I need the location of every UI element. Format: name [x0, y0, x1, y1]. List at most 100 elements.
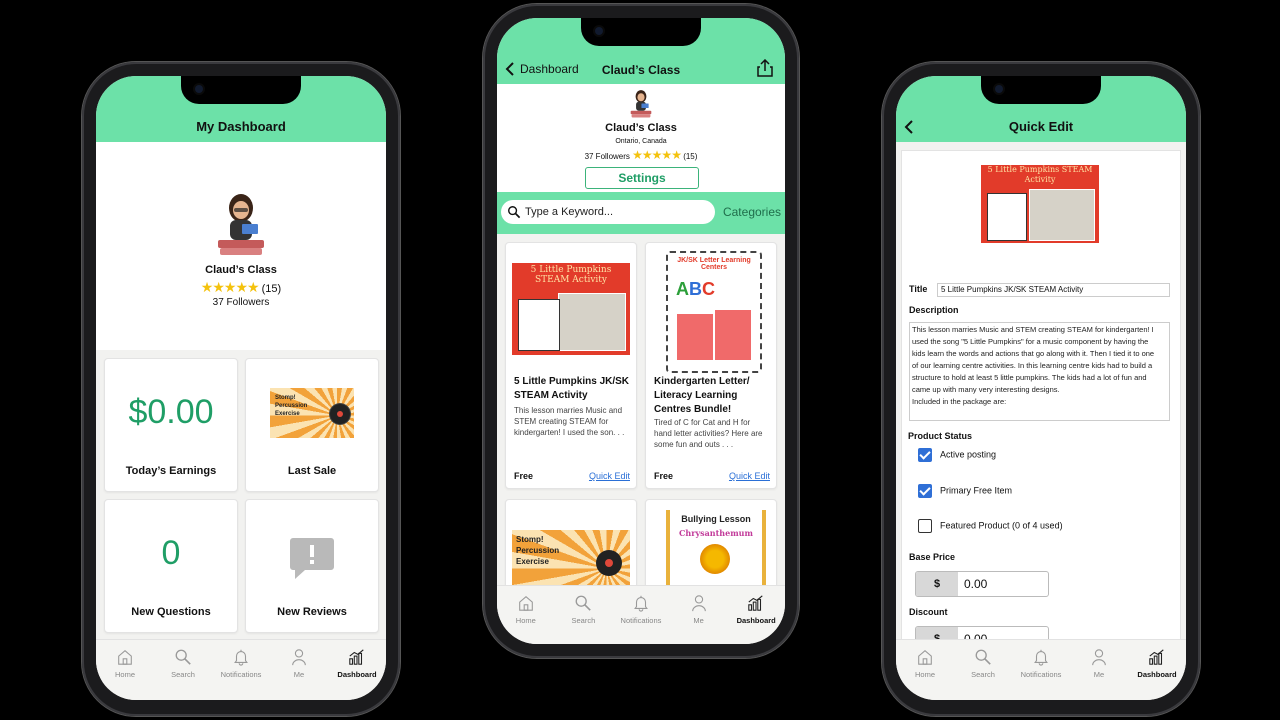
tile-new-reviews[interactable]: New Reviews: [245, 499, 379, 633]
tab-label: Notifications: [220, 670, 262, 679]
screen-dashboard: My Dashboard Claud’s Class ★★★★★ (15) 37…: [96, 76, 386, 700]
notch: [181, 76, 301, 104]
tab-bar: Home Search Notifications Me Dashboard: [896, 639, 1186, 700]
search-icon: [508, 206, 521, 219]
thumb-card-right: [714, 309, 752, 361]
avatar[interactable]: [628, 88, 654, 120]
tab-home[interactable]: Home: [497, 586, 555, 644]
share-button[interactable]: [757, 58, 773, 80]
tab-notifications[interactable]: Notifications: [212, 640, 270, 700]
product-card[interactable]: 5 Little Pumpkins STEAM Activity 5 Littl…: [505, 242, 637, 489]
checkbox-primary-free[interactable]: Primary Free Item: [918, 484, 1012, 498]
tab-bar: Home Search Notifications Me Dashboard: [96, 639, 386, 700]
tile-last-sale[interactable]: Stomp! Percussion Exercise Last Sale: [245, 358, 379, 492]
discount-label: Discount: [909, 607, 948, 617]
product-thumbnail: 5 Little Pumpkins STEAM Activity: [981, 165, 1099, 243]
checkbox-unchecked-icon: [918, 519, 932, 533]
phone-store: Dashboard Claud’s Class Claud’s Class On…: [483, 4, 799, 658]
search-input[interactable]: Type a Keyword...: [501, 200, 715, 224]
avatar[interactable]: [212, 192, 270, 258]
base-price-label: Base Price: [909, 552, 956, 562]
tab-notifications[interactable]: Notifications: [612, 586, 670, 644]
search-icon: [575, 595, 592, 611]
rating-row: 37 Followers ★★★★★ (15): [497, 148, 785, 162]
reviews-label: New Reviews: [277, 606, 347, 618]
tab-bar: Home Search Notifications Me Dashboard: [497, 585, 785, 644]
tab-me[interactable]: Me: [270, 640, 328, 700]
back-button[interactable]: [904, 120, 914, 137]
product-price: Free: [654, 471, 674, 481]
thumb-line: Percussion: [275, 403, 308, 409]
thumb-title: JK/SK Letter Learning Centers: [677, 257, 751, 271]
discount-field[interactable]: $ 0.00: [915, 626, 1049, 639]
tab-label: Dashboard: [736, 616, 776, 625]
tab-dashboard[interactable]: Dashboard: [1128, 640, 1186, 700]
tab-label: Search: [171, 670, 195, 679]
tab-home[interactable]: Home: [96, 640, 154, 700]
description-textarea[interactable]: This lesson marries Music and STEM creat…: [909, 322, 1170, 421]
store-profile: Claud’s Class Ontario, Canada 37 Followe…: [497, 84, 785, 192]
checkbox-active-posting[interactable]: Active posting: [918, 448, 996, 462]
last-sale-label: Last Sale: [287, 465, 337, 477]
store-location: Ontario, Canada: [615, 138, 667, 145]
tab-me[interactable]: Me: [670, 586, 728, 644]
questions-value: 0: [161, 534, 181, 572]
description-label: Description: [909, 305, 959, 315]
tab-search[interactable]: Search: [954, 640, 1012, 700]
tab-label: Notifications: [1020, 670, 1062, 679]
tab-label: Me: [1093, 670, 1105, 679]
record-icon: [330, 404, 350, 424]
thumb-line: Percussion: [516, 546, 560, 555]
search-placeholder: Type a Keyword...: [525, 206, 614, 218]
bar-chart-icon: [349, 649, 364, 665]
thumb-line: Stomp!: [275, 395, 296, 401]
followers-count: 37 Followers: [212, 297, 270, 308]
search-icon: [975, 649, 991, 665]
tile-earnings[interactable]: $0.00 Today’s Earnings: [104, 358, 238, 492]
bell-icon: [1034, 649, 1048, 666]
camera: [995, 85, 1003, 93]
questions-label: New Questions: [131, 606, 211, 618]
last-sale-thumbnail: Stomp! Percussion Exercise: [270, 388, 354, 438]
quick-edit-link[interactable]: Quick Edit: [589, 471, 630, 481]
base-price-field[interactable]: $ 0.00: [915, 571, 1049, 597]
screen-quick-edit: Quick Edit 5 Little Pumpkins STEAM Activ…: [896, 76, 1186, 700]
tab-me[interactable]: Me: [1070, 640, 1128, 700]
tab-home[interactable]: Home: [896, 640, 954, 700]
product-card[interactable]: JK/SK Letter Learning Centers ABC Kinder…: [645, 242, 777, 489]
person-icon: [292, 649, 306, 666]
tab-label: Me: [293, 670, 305, 679]
thumb-worksheet: [987, 193, 1027, 241]
record-icon: [596, 550, 622, 576]
earnings-label: Today’s Earnings: [125, 465, 217, 477]
tab-label: Home: [914, 670, 935, 679]
chevron-left-icon: [904, 120, 913, 134]
tab-dashboard[interactable]: Dashboard: [328, 640, 386, 700]
checkbox-label: Active posting: [940, 449, 997, 460]
tab-dashboard[interactable]: Dashboard: [727, 586, 785, 644]
bell-icon: [234, 649, 248, 666]
notch: [981, 76, 1101, 104]
categories-button[interactable]: Categories: [723, 205, 781, 219]
person-icon: [1092, 649, 1106, 666]
product-description: Tired of C for Cat and H for hand letter…: [654, 418, 763, 449]
title-input[interactable]: 5 Little Pumpkins JK/SK STEAM Activity: [937, 283, 1170, 297]
tab-notifications[interactable]: Notifications: [1012, 640, 1070, 700]
tab-search[interactable]: Search: [154, 640, 212, 700]
rating-row: ★★★★★ (15): [96, 279, 386, 296]
profile-section: Claud’s Class ★★★★★ (15) 37 Followers: [96, 142, 386, 350]
settings-button[interactable]: Settings: [585, 167, 699, 189]
quick-edit-link[interactable]: Quick Edit: [729, 471, 770, 481]
rating-count: (15): [683, 152, 698, 161]
checkbox-featured[interactable]: Featured Product (0 of 4 used): [918, 519, 1063, 533]
thumb-photo: [1029, 189, 1095, 241]
store-name: Claud’s Class: [605, 122, 677, 134]
tile-new-questions[interactable]: 0 New Questions: [104, 499, 238, 633]
product-title: 5 Little Pumpkins JK/SK STEAM Activity: [514, 376, 630, 401]
tab-search[interactable]: Search: [555, 586, 613, 644]
bar-chart-icon: [748, 595, 763, 611]
thumb-photo: [558, 293, 626, 351]
checkbox-label: Primary Free Item: [940, 485, 1013, 496]
earnings-value: $0.00: [128, 393, 214, 431]
share-icon: [757, 58, 773, 77]
